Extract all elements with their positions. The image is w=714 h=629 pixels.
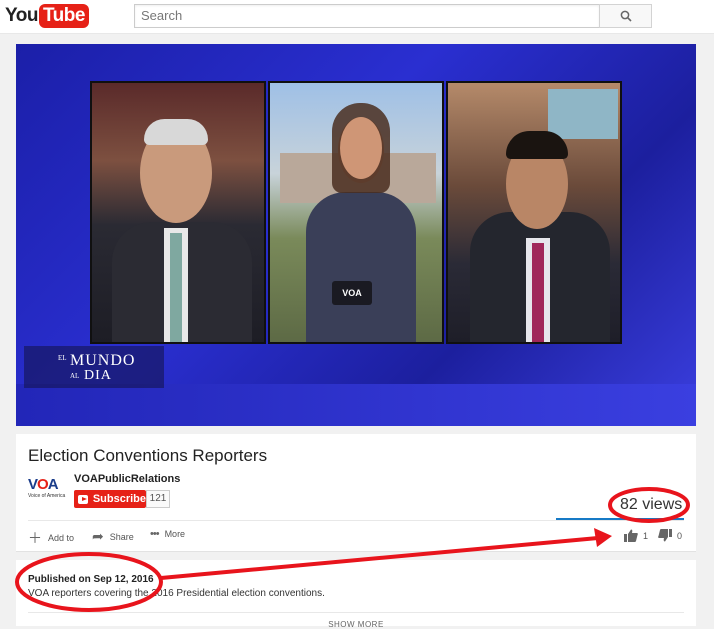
dislike-count: 0 — [677, 530, 683, 541]
dislike-button[interactable]: 0 — [658, 529, 682, 542]
publish-date: Published on Sep 12, 2016 — [28, 574, 154, 585]
logo-tube: Tube — [38, 4, 89, 28]
share-button[interactable]: ➦ Share — [92, 528, 134, 545]
add-to-button[interactable]: ＋ Add to — [28, 528, 74, 548]
youtube-logo[interactable]: You Tube — [5, 4, 89, 28]
channel-avatar[interactable]: VOA Voice of America — [28, 476, 68, 506]
reporter2-hair — [506, 131, 568, 159]
show-more-button[interactable]: SHOW MORE — [16, 620, 696, 629]
channel-logo-mark: VOA — [28, 476, 68, 493]
search-icon — [620, 10, 632, 22]
info-divider — [28, 520, 684, 521]
more-label: More — [164, 529, 186, 539]
channel-name-link[interactable]: VOAPublicRelations — [74, 473, 180, 485]
anchor-hair — [144, 119, 208, 145]
like-count: 1 — [643, 530, 649, 541]
thumbs-down-icon — [658, 529, 672, 542]
search-input[interactable]: Search — [134, 4, 600, 28]
mundo-el: EL — [58, 354, 67, 362]
description-divider — [28, 612, 684, 613]
description-text: VOA reporters covering the 2016 Presiden… — [28, 588, 325, 599]
mic-flag-text: VOA — [342, 288, 362, 298]
masthead: You Tube Search — [0, 0, 714, 34]
video-title: Election Conventions Reporters — [28, 446, 268, 465]
video-feed-reporter-1: VOA — [268, 81, 444, 344]
thumbs-up-icon — [624, 529, 638, 542]
plus-icon: ＋ — [28, 530, 42, 546]
like-button[interactable]: 1 — [624, 529, 648, 542]
youtube-play-icon — [78, 494, 88, 504]
reporter-face — [340, 117, 382, 179]
video-info-panel: Election Conventions Reporters VOA Voice… — [16, 434, 696, 552]
reporter-dress — [306, 192, 416, 342]
el-mundo-al-dia-logo: EL MUNDO AL DIA — [24, 346, 164, 388]
video-feed-reporter-2 — [446, 81, 622, 344]
share-label: Share — [109, 531, 134, 542]
anchor-tie — [170, 233, 182, 342]
mundo-al: AL — [70, 372, 80, 380]
video-feed-anchor — [90, 81, 266, 344]
description-panel: Published on Sep 12, 2016 VOA reporters … — [16, 560, 696, 629]
subscribe-label: Subscribe — [92, 493, 146, 505]
view-count: 82 views — [620, 496, 683, 513]
video-player[interactable]: VOA EL MUNDO AL DIA — [16, 44, 696, 426]
subscribe-button[interactable]: Subscribe — [74, 490, 146, 508]
microphone-flag: VOA — [332, 281, 372, 305]
share-arrow-icon: ➦ — [92, 528, 104, 544]
background-screen — [548, 89, 618, 139]
subscriber-count: 121 — [146, 490, 170, 508]
reporter2-tie — [532, 243, 544, 342]
channel-logo-text: VOA — [28, 476, 59, 493]
more-dots-icon: ••• — [150, 528, 160, 540]
channel-logo-subtitle: Voice of America — [28, 493, 66, 499]
search-button[interactable] — [599, 4, 652, 28]
more-button[interactable]: ••• More — [150, 528, 185, 540]
player-band — [16, 384, 696, 426]
mundo-dia: DIA — [84, 368, 112, 383]
add-to-label: Add to — [48, 533, 75, 543]
logo-you: You — [5, 5, 38, 26]
